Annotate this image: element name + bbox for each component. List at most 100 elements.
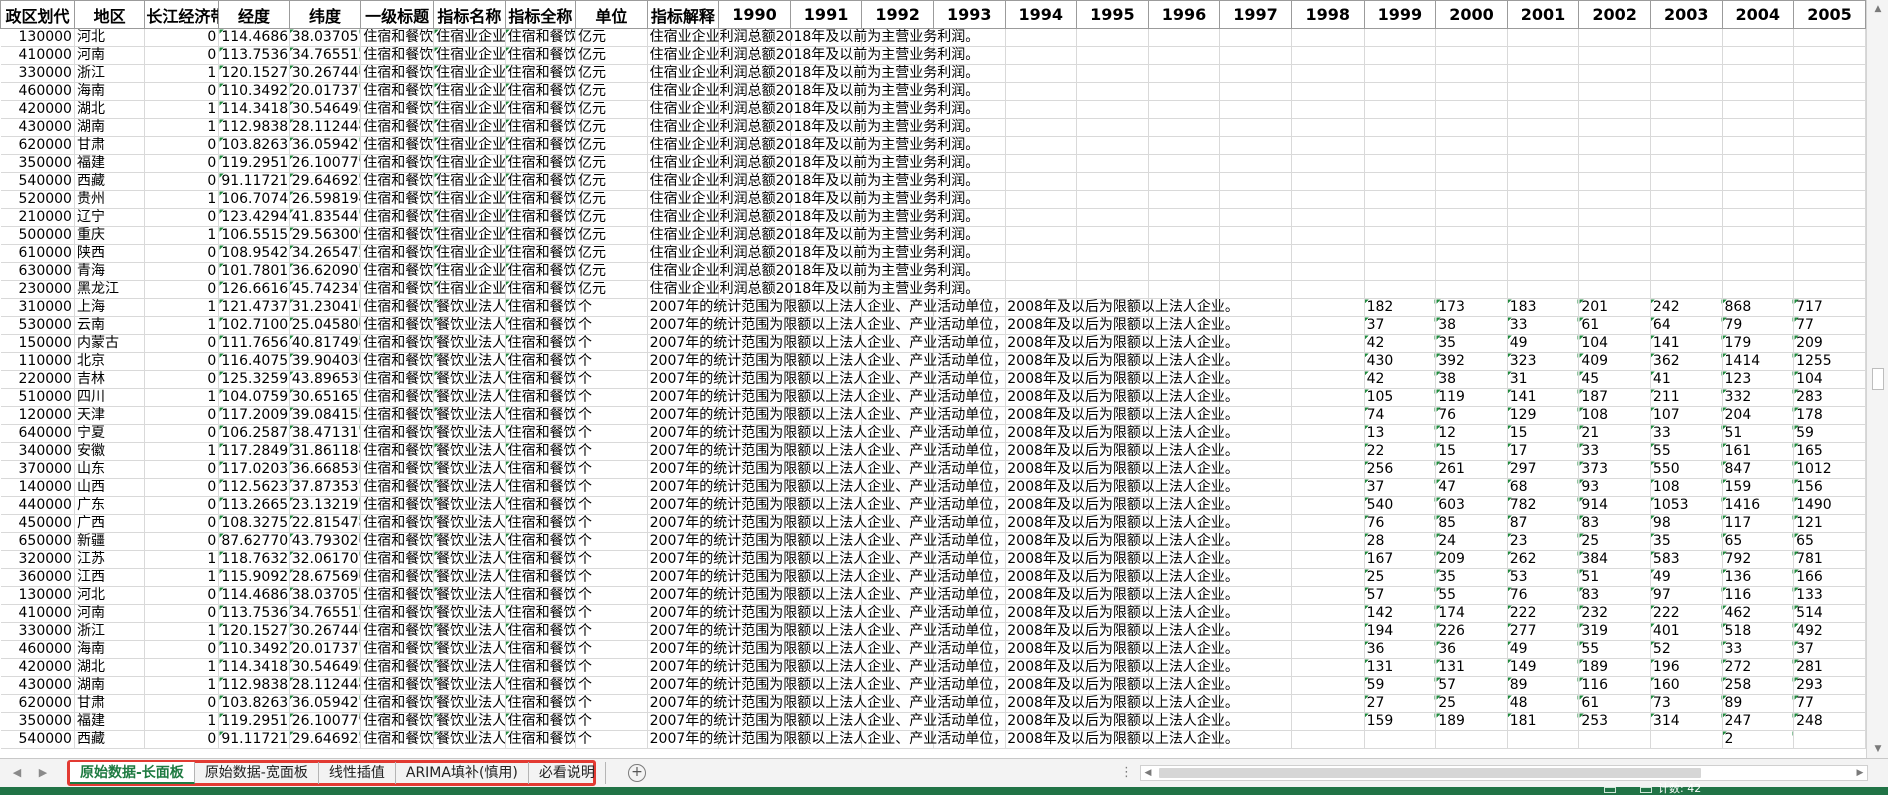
table-cell[interactable]: 亿元: [575, 244, 648, 263]
table-cell[interactable]: 住宿和餐饮: [505, 478, 577, 497]
table-cell[interactable]: [1507, 280, 1580, 299]
table-cell[interactable]: 1490: [1793, 496, 1866, 515]
table-cell[interactable]: 四川: [74, 388, 146, 407]
table-cell[interactable]: 392: [1435, 352, 1508, 371]
table-cell[interactable]: 183: [1507, 298, 1580, 317]
table-cell[interactable]: [1148, 82, 1221, 101]
table-cell[interactable]: 个: [575, 424, 648, 443]
table-cell[interactable]: [1650, 100, 1723, 119]
table-cell[interactable]: [1650, 208, 1723, 227]
table-cell[interactable]: [1650, 118, 1723, 137]
table-cell[interactable]: 30.267446: [289, 64, 362, 83]
table-cell[interactable]: 130000: [0, 28, 75, 47]
table-cell[interactable]: [1507, 154, 1580, 173]
table-cell[interactable]: 个: [575, 388, 648, 407]
table-cell[interactable]: 2007年的统计范围为限额以上法人企业、产业活动单位，2008年及以后为限额以上…: [647, 568, 1239, 587]
table-cell[interactable]: [1578, 46, 1651, 65]
table-cell[interactable]: 0: [144, 424, 220, 443]
table-cell[interactable]: 住宿和餐饮: [360, 514, 435, 533]
table-cell[interactable]: [1722, 100, 1795, 119]
table-cell[interactable]: [1722, 82, 1795, 101]
table-cell[interactable]: 314: [1650, 712, 1723, 731]
table-cell[interactable]: 2007年的统计范围为限额以上法人企业、产业活动单位，2008年及以后为限额以上…: [647, 334, 1239, 353]
table-cell[interactable]: 140000: [0, 478, 75, 497]
table-cell[interactable]: 住宿和餐饮: [505, 172, 577, 191]
table-cell[interactable]: 430000: [0, 118, 75, 137]
table-cell[interactable]: 餐饮业法人: [433, 712, 506, 731]
table-cell[interactable]: [1291, 298, 1365, 317]
table-cell[interactable]: 住宿业企业: [433, 136, 506, 155]
table-cell[interactable]: 28: [1364, 532, 1437, 551]
table-cell[interactable]: 住宿和餐饮: [360, 568, 435, 587]
table-cell[interactable]: 2007年的统计范围为限额以上法人企业、产业活动单位，2008年及以后为限额以上…: [647, 370, 1239, 389]
table-cell[interactable]: [1364, 82, 1437, 101]
table-cell[interactable]: 26.100779: [289, 154, 362, 173]
table-cell[interactable]: 409: [1578, 352, 1651, 371]
scroll-right-icon[interactable]: ▶: [1853, 766, 1867, 780]
table-cell[interactable]: 亿元: [575, 136, 648, 155]
table-cell[interactable]: 13: [1364, 424, 1437, 443]
table-cell[interactable]: 2: [1722, 730, 1795, 749]
table-cell[interactable]: 121.4737: [218, 298, 290, 317]
table-cell[interactable]: [1219, 64, 1292, 83]
table-cell[interactable]: [1291, 28, 1365, 47]
table-cell[interactable]: [1291, 226, 1365, 245]
table-cell[interactable]: [1364, 136, 1437, 155]
table-cell[interactable]: 29.646922: [289, 172, 362, 191]
table-cell[interactable]: 住宿业企业利润总额2018年及以前为主营业务利润。: [647, 64, 979, 83]
table-cell[interactable]: 2007年的统计范围为限额以上法人企业、产业活动单位，2008年及以后为限额以上…: [647, 496, 1239, 515]
table-cell[interactable]: 65: [1793, 532, 1866, 551]
table-cell[interactable]: 住宿业企业: [433, 262, 506, 281]
table-cell[interactable]: 121: [1793, 514, 1866, 533]
table-cell[interactable]: 辽宁: [74, 208, 146, 227]
table-cell[interactable]: 116: [1722, 586, 1795, 605]
table-cell[interactable]: 125.3259: [218, 370, 290, 389]
table-cell[interactable]: 0: [144, 136, 220, 155]
table-cell[interactable]: 山西: [74, 478, 146, 497]
table-cell[interactable]: 160: [1650, 676, 1723, 695]
column-header[interactable]: 1999: [1363, 0, 1437, 29]
table-cell[interactable]: [1722, 226, 1795, 245]
table-cell[interactable]: 住宿和餐饮: [505, 118, 577, 137]
table-cell[interactable]: [1507, 262, 1580, 281]
table-cell[interactable]: [1722, 28, 1795, 47]
table-cell[interactable]: [1722, 280, 1795, 299]
table-cell[interactable]: 1: [144, 64, 220, 83]
table-cell[interactable]: 住宿和餐饮: [505, 568, 577, 587]
table-cell[interactable]: 1: [144, 100, 220, 119]
table-cell[interactable]: [1507, 172, 1580, 191]
table-cell[interactable]: 餐饮业法人: [433, 406, 506, 425]
table-cell[interactable]: 51: [1578, 568, 1651, 587]
table-cell[interactable]: [1435, 46, 1508, 65]
sheet-tab[interactable]: 原始数据-长面板: [70, 762, 195, 784]
table-cell[interactable]: 261: [1435, 460, 1508, 479]
table-cell[interactable]: 89: [1722, 694, 1795, 713]
table-cell[interactable]: 112.9838: [218, 676, 290, 695]
table-cell[interactable]: 个: [575, 712, 648, 731]
table-cell[interactable]: [1507, 226, 1580, 245]
table-cell[interactable]: 2007年的统计范围为限额以上法人企业、产业活动单位，2008年及以后为限额以上…: [647, 622, 1239, 641]
table-cell[interactable]: [1578, 730, 1651, 749]
table-cell[interactable]: 38: [1435, 370, 1508, 389]
table-cell[interactable]: 亿元: [575, 118, 648, 137]
table-cell[interactable]: 住宿和餐饮: [360, 496, 435, 515]
table-cell[interactable]: 天津: [74, 406, 146, 425]
table-cell[interactable]: 77: [1793, 316, 1866, 335]
table-cell[interactable]: 36.059421: [289, 136, 362, 155]
table-cell[interactable]: 620000: [0, 694, 75, 713]
normal-view-icon[interactable]: [1604, 787, 1616, 793]
table-cell[interactable]: 黑龙江: [74, 280, 146, 299]
table-cell[interactable]: [1291, 478, 1365, 497]
table-cell[interactable]: [1435, 82, 1508, 101]
table-cell[interactable]: 37: [1793, 640, 1866, 659]
table-cell[interactable]: 110000: [0, 352, 75, 371]
table-cell[interactable]: 住宿和餐饮: [505, 622, 577, 641]
table-cell[interactable]: 373: [1578, 460, 1651, 479]
table-cell[interactable]: 湖南: [74, 118, 146, 137]
table-cell[interactable]: 0: [144, 82, 220, 101]
table-cell[interactable]: 201: [1578, 298, 1651, 317]
table-cell[interactable]: 583: [1650, 550, 1723, 569]
table-cell[interactable]: [1578, 226, 1651, 245]
table-cell[interactable]: 餐饮业法人: [433, 730, 506, 749]
table-cell[interactable]: 个: [575, 514, 648, 533]
